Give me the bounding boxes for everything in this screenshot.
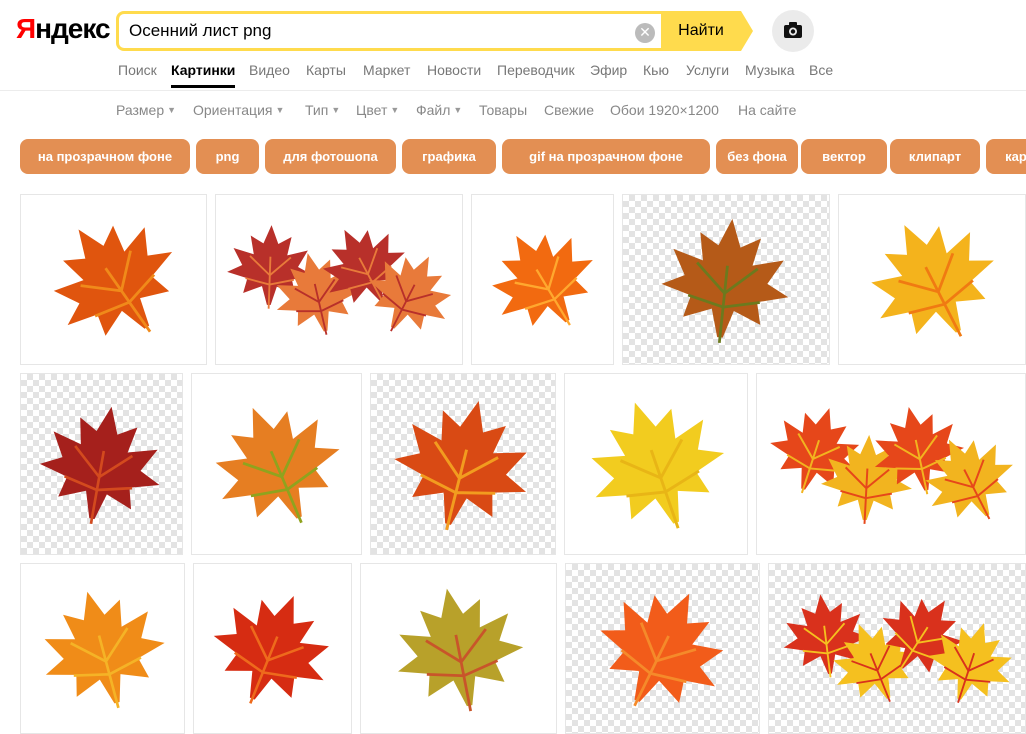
leaf-image — [770, 406, 1013, 524]
chip-query[interactable]: png — [196, 139, 259, 174]
search-box: ✕ — [116, 11, 661, 51]
leaf-image — [213, 595, 329, 704]
nav-item-translator[interactable]: Переводчик — [497, 62, 575, 78]
leaf-image — [871, 225, 994, 337]
leaf-image — [591, 402, 725, 529]
filter-fresh[interactable]: Свежие — [544, 102, 594, 118]
camera-icon — [784, 22, 802, 38]
leaf-image — [492, 234, 593, 326]
chevron-down-icon: ▼ — [167, 105, 177, 115]
image-result[interactable] — [768, 563, 1026, 734]
chevron-down-icon: ▼ — [390, 105, 400, 115]
image-result[interactable] — [20, 194, 207, 365]
nav-item-all[interactable]: Все — [809, 62, 833, 78]
filter-on-site[interactable]: На сайте — [738, 102, 796, 118]
nav-item-q[interactable]: Кью — [643, 62, 669, 78]
filter-color-label: Цвет — [356, 102, 388, 118]
filter-orientation[interactable]: Ориентация ▼ — [193, 102, 284, 118]
nav-item-market[interactable]: Маркет — [363, 62, 410, 78]
filter-orientation-label: Ориентация — [193, 102, 273, 118]
camera-search-button[interactable] — [772, 10, 814, 52]
filter-size[interactable]: Размер ▼ — [116, 102, 176, 118]
search-button[interactable]: Найти — [661, 11, 741, 51]
chip-query[interactable]: для фотошопа — [265, 139, 396, 174]
close-icon[interactable]: ✕ — [635, 23, 655, 43]
chevron-down-icon: ▼ — [331, 105, 341, 115]
leaf-image — [215, 407, 340, 524]
chip-query[interactable]: графика — [402, 139, 496, 174]
nav-item-images[interactable]: Картинки — [171, 62, 235, 78]
nav-active-underline — [171, 85, 235, 88]
nav-item-search[interactable]: Поиск — [118, 62, 157, 78]
image-result[interactable] — [838, 194, 1026, 365]
filter-type[interactable]: Тип ▼ — [305, 102, 340, 118]
filter-type-label: Тип — [305, 102, 329, 118]
nav-item-video[interactable]: Видео — [249, 62, 290, 78]
related-queries: на прозрачном фоне png для фотошопа граф… — [20, 139, 1026, 175]
nav-item-music[interactable]: Музыка — [745, 62, 795, 78]
image-result[interactable] — [370, 373, 556, 555]
search-button-arrow — [741, 11, 753, 51]
image-result[interactable] — [215, 194, 463, 365]
image-result[interactable] — [191, 373, 362, 555]
filter-file-label: Файл — [416, 102, 451, 118]
filter-goods[interactable]: Товары — [479, 102, 527, 118]
header: Яндекс ✕ Найти Поиск Картинки Видео Карт… — [0, 0, 1026, 91]
nav-item-efir[interactable]: Эфир — [590, 62, 627, 78]
image-result[interactable] — [20, 563, 185, 734]
chip-query[interactable]: без фона — [716, 139, 798, 174]
image-result[interactable] — [471, 194, 614, 365]
filter-file[interactable]: Файл ▼ — [416, 102, 462, 118]
leaf-image — [783, 594, 1012, 703]
image-result[interactable] — [564, 373, 748, 555]
image-result[interactable] — [565, 563, 760, 734]
nav-item-maps[interactable]: Карты — [306, 62, 346, 78]
filter-size-label: Размер — [116, 102, 165, 118]
leaf-image — [600, 593, 724, 707]
logo-first-letter: Я — [16, 13, 36, 44]
chip-query[interactable]: клипарт — [890, 139, 980, 174]
filter-color[interactable]: Цвет ▼ — [356, 102, 399, 118]
leaf-image — [227, 225, 452, 335]
search-bar: ✕ Найти — [116, 11, 753, 51]
chip-query[interactable]: кар — [986, 139, 1026, 174]
logo-rest: ндекс — [35, 13, 110, 44]
yandex-logo[interactable]: Яндекс — [16, 13, 111, 45]
leaf-image — [39, 406, 160, 525]
chip-query[interactable]: gif на прозрачном фоне — [502, 139, 710, 174]
leaf-image — [661, 218, 789, 344]
search-input[interactable] — [129, 14, 629, 48]
image-result[interactable] — [622, 194, 830, 365]
chip-query[interactable]: вектор — [801, 139, 887, 174]
leaf-image — [398, 588, 524, 712]
nav-item-news[interactable]: Новости — [427, 62, 481, 78]
image-result[interactable] — [756, 373, 1026, 555]
chevron-down-icon: ▼ — [453, 105, 463, 115]
filter-wallpapers[interactable]: Обои 1920×1200 — [610, 102, 719, 118]
image-result[interactable] — [20, 373, 183, 555]
leaf-image — [394, 400, 527, 531]
leaf-image — [53, 225, 173, 336]
nav-item-services[interactable]: Услуги — [686, 62, 729, 78]
chip-query[interactable]: на прозрачном фоне — [20, 139, 190, 174]
leaf-image — [44, 591, 165, 709]
chevron-down-icon: ▼ — [275, 105, 285, 115]
image-result[interactable] — [193, 563, 352, 734]
image-result[interactable] — [360, 563, 557, 734]
